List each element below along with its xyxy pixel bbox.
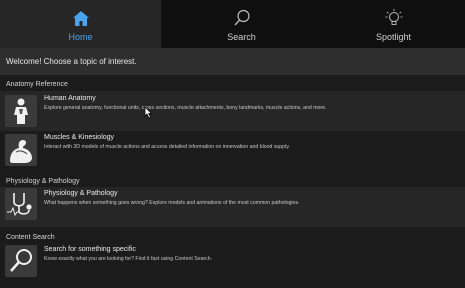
section-header-anatomy-reference: Anatomy Reference: [6, 81, 68, 88]
tab-home[interactable]: Home: [0, 0, 161, 48]
list-item-physiology-pathology[interactable]: Physiology & Pathology What happens when…: [0, 187, 465, 227]
item-title: Muscles & Kinesiology: [44, 134, 115, 141]
item-description: What happens when something goes wrong? …: [44, 200, 300, 206]
tab-search-label: Search: [227, 32, 256, 42]
home-icon: [71, 8, 91, 28]
body-figure-icon: [5, 95, 37, 127]
stethoscope-icon: [5, 188, 37, 220]
list-item-content-search[interactable]: Search for something specific Know exact…: [0, 243, 465, 283]
tab-bar: Home Search Spotlight: [0, 0, 465, 48]
flexed-arm-icon: [5, 134, 37, 166]
tab-spotlight-label: Spotlight: [375, 32, 412, 42]
item-description: Interact with 3D models of muscle action…: [44, 144, 290, 150]
tab-search[interactable]: Search: [161, 0, 322, 48]
item-title: Physiology & Pathology: [44, 190, 118, 197]
item-title: Search for something specific: [44, 246, 136, 253]
magnifier-icon: [5, 245, 37, 277]
item-title: Human Anatomy: [44, 95, 96, 102]
item-description: Know exactly what you are looking for? F…: [44, 256, 213, 262]
tab-home-label: Home: [68, 32, 93, 42]
section-header-content-search: Content Search: [6, 234, 55, 241]
list-item-human-anatomy[interactable]: Human Anatomy Explore general anatomy, f…: [0, 91, 465, 131]
lightbulb-icon: [384, 8, 404, 28]
search-icon: [232, 8, 252, 28]
section-header-physiology-pathology: Physiology & Pathology: [6, 178, 80, 185]
mouse-cursor: [144, 106, 153, 124]
welcome-text: Welcome! Choose a topic of interest.: [6, 57, 137, 66]
item-description: Explore general anatomy, functional unit…: [44, 105, 327, 111]
list-item-muscles-kinesiology[interactable]: Muscles & Kinesiology Interact with 3D m…: [0, 131, 465, 171]
tab-spotlight[interactable]: Spotlight: [322, 0, 465, 48]
welcome-bar: Welcome! Choose a topic of interest.: [0, 48, 465, 75]
